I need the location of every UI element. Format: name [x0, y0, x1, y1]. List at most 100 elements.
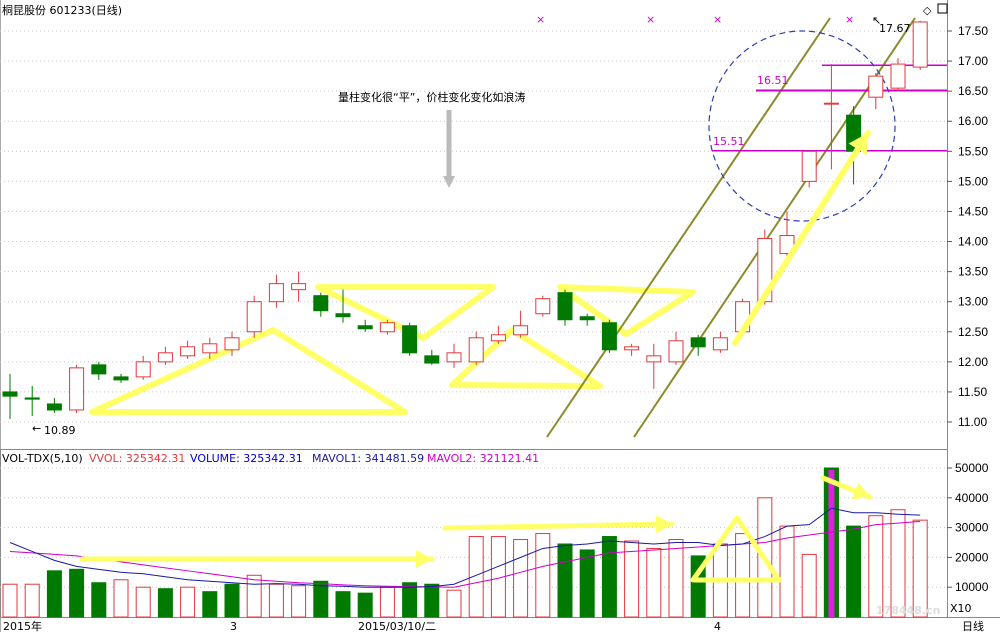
top-x-marker: × [646, 13, 655, 26]
candle [513, 310, 529, 338]
candle [424, 349, 440, 365]
volume-bar [446, 589, 462, 618]
price-tick-label: 13.50 [958, 265, 988, 279]
high-price-label: 17.67 [879, 22, 911, 35]
candle [402, 322, 418, 356]
candle-body [113, 376, 129, 381]
price-tick-label: 13.00 [958, 295, 988, 309]
candle-body [490, 334, 506, 342]
volume-bar [268, 583, 284, 618]
mavol1-value: MAVOL1: 341481.59 [312, 452, 424, 465]
arrow-head [655, 515, 672, 534]
candle [601, 319, 617, 353]
price-tick-label: 12.50 [958, 325, 988, 339]
candle-body [557, 292, 573, 321]
candle [646, 343, 662, 389]
volume-bar [91, 582, 107, 618]
top-x-marker: × [536, 13, 545, 26]
candle [46, 397, 62, 413]
price-tick-label: 15.50 [958, 144, 988, 158]
period-label: 日线 [962, 619, 984, 632]
x-label-month-4: 4 [714, 620, 721, 632]
candle [446, 343, 462, 368]
candle-body [468, 337, 484, 363]
vvol-value: VVOL: 325342.31 [89, 452, 185, 465]
candle-body [823, 102, 839, 105]
uptrend-arrow [732, 130, 871, 346]
volume-bar [135, 586, 151, 618]
volume-bar [890, 509, 906, 618]
volume-bar [69, 568, 85, 618]
top-x-marker: × [845, 13, 854, 26]
candle [268, 274, 284, 308]
candle [579, 313, 595, 326]
price-tick-label: 17.00 [958, 54, 988, 68]
candle-body [379, 322, 395, 333]
candle [823, 64, 839, 170]
volume-bar [801, 553, 817, 618]
volume-bar [379, 586, 395, 618]
highlight-triangle-4 [557, 284, 696, 337]
x-label-date: 2015/03/10/二 [358, 620, 436, 632]
candle-body [268, 283, 284, 303]
candle [712, 331, 728, 353]
volume-bar [335, 591, 351, 618]
volume-bar [846, 525, 862, 618]
volume-bar [113, 579, 129, 618]
candle [535, 295, 551, 317]
volume-bar [912, 519, 928, 618]
x-label-month-3: 3 [230, 620, 237, 632]
candle-body [291, 283, 307, 291]
level-low-label: 15.51 [713, 135, 745, 148]
volume-tick-label: 50000 [955, 461, 989, 475]
arrow-head [443, 176, 455, 188]
volume-bar [246, 574, 262, 618]
candle [291, 271, 307, 302]
volume-bar [579, 549, 595, 618]
x-label-start: 2015年 [3, 619, 42, 632]
candle-body [912, 21, 928, 68]
volume-bar [2, 583, 18, 618]
volume-bar [557, 543, 573, 618]
price-tick-label: 12.00 [958, 355, 988, 369]
candle-body [868, 75, 884, 98]
candle [180, 340, 196, 359]
candle [468, 331, 484, 365]
candle-body [801, 150, 817, 182]
candle-body [690, 337, 706, 348]
price-tick-label: 11.50 [958, 385, 987, 399]
candle-body [624, 346, 640, 351]
volume-bar [646, 547, 662, 618]
candle [890, 58, 906, 92]
candle-body [46, 403, 62, 411]
diamond-icon[interactable]: ◇ [923, 4, 932, 17]
candle-body [180, 346, 196, 357]
arrow-shaft [732, 130, 871, 346]
candle [668, 331, 684, 365]
restore-icon[interactable] [937, 3, 948, 14]
candle [69, 364, 85, 413]
candle [912, 20, 928, 71]
volume-bar [202, 591, 218, 618]
candle-body [91, 364, 107, 375]
candle [868, 73, 884, 110]
vol-indicator-name: VOL-TDX(5,10) [2, 452, 83, 465]
candle-body [335, 313, 351, 318]
volume-bar [313, 580, 329, 618]
low-price-label: 10.89 [44, 424, 76, 437]
volume-bar [24, 583, 40, 618]
candle [135, 355, 151, 380]
candle-body [535, 298, 551, 315]
volume-tick-label: 30000 [955, 521, 989, 535]
candle-body [712, 337, 728, 351]
volume-bar [157, 588, 173, 618]
candle [24, 385, 40, 416]
candle-body [69, 367, 85, 411]
candle [557, 289, 573, 326]
candle [246, 295, 262, 338]
volume-unit: X10 [950, 602, 972, 615]
volume-bar [224, 583, 240, 618]
candle-body [157, 352, 173, 363]
price-tick-label: 16.50 [958, 84, 988, 98]
arrow-shaft [442, 521, 675, 531]
